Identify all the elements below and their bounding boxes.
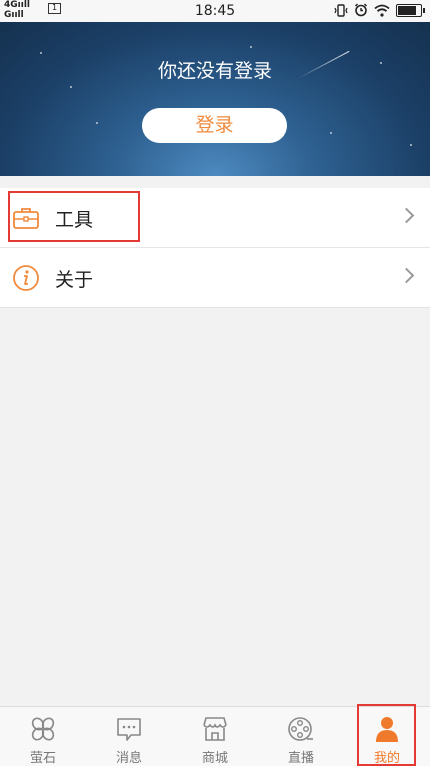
vibrate-icon xyxy=(334,3,348,17)
store-icon xyxy=(203,717,227,741)
alarm-icon xyxy=(354,3,368,17)
menu-item-about[interactable]: 关于 xyxy=(0,248,430,308)
tab-live[interactable]: 直播 xyxy=(258,707,344,766)
tab-yingshi[interactable]: 萤石 xyxy=(0,707,86,766)
tab-label: 消息 xyxy=(115,751,142,766)
highlight-mine-tab xyxy=(357,704,416,766)
tab-messages[interactable]: 消息 xyxy=(86,707,172,766)
profile-header: 你还没有登录 登录 xyxy=(0,22,430,176)
battery-icon xyxy=(396,3,425,17)
tab-label: 商城 xyxy=(201,751,228,766)
menu-item-label: 关于 xyxy=(55,269,94,291)
chevron-right-icon xyxy=(398,267,415,284)
highlight-tools xyxy=(8,191,140,242)
status-bar: 4Gııll Gııll 1 18:45 xyxy=(0,0,430,22)
tab-store[interactable]: 商城 xyxy=(172,707,258,766)
message-icon xyxy=(117,718,141,741)
login-button[interactable]: 登录 xyxy=(142,108,287,143)
clover-icon xyxy=(31,717,55,741)
info-icon xyxy=(13,265,39,291)
chevron-right-icon xyxy=(398,207,415,224)
not-logged-in-text: 你还没有登录 xyxy=(157,60,272,82)
tab-label: 直播 xyxy=(287,751,314,766)
wifi-icon xyxy=(374,4,390,17)
tab-label: 萤石 xyxy=(29,751,56,766)
film-reel-icon xyxy=(288,717,313,741)
